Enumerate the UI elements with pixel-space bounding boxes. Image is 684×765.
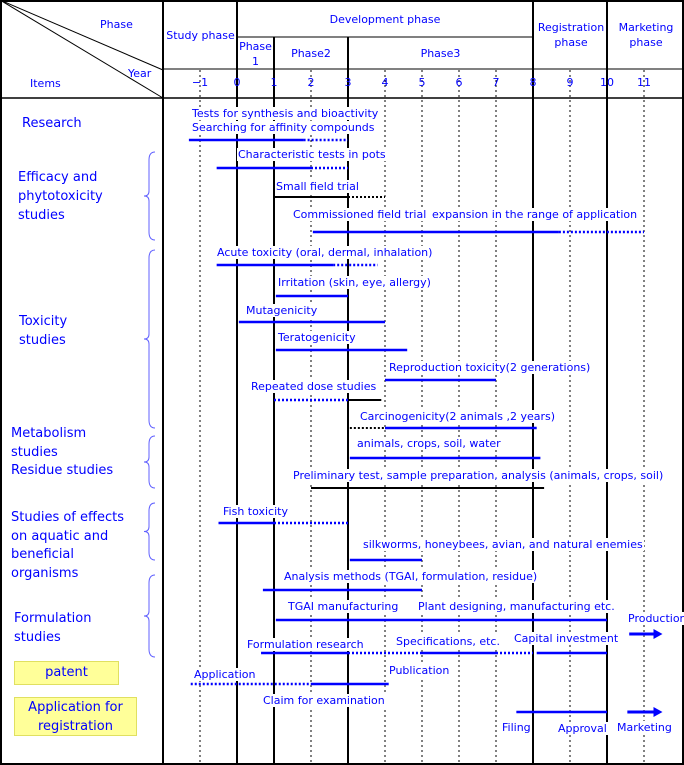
label-approval: Approval xyxy=(557,722,608,735)
phase-axis-label: Phase xyxy=(100,18,133,31)
brace-0 xyxy=(143,151,156,241)
label-claim: Claim for examination xyxy=(262,694,386,707)
year-tick-10: 10 xyxy=(600,76,614,89)
label-tgai: TGAI manufacturing xyxy=(287,600,400,613)
label-plant: Plant designing, manufacturing etc. xyxy=(417,600,616,613)
label-preliminary: Preliminary test, sample preparation, an… xyxy=(292,469,665,482)
development-phase-header: Development phase xyxy=(329,13,441,26)
item-research: Research xyxy=(22,116,82,131)
item-formulation: Formulation studies xyxy=(14,611,92,643)
label-small-field: Small field trial xyxy=(275,180,360,193)
label-repeated: Repeated dose studies xyxy=(250,380,378,393)
label-expansion: expansion in the range of application xyxy=(431,208,639,221)
label-publication: Publication xyxy=(388,664,451,677)
label-capital: Capital investment xyxy=(513,632,620,645)
item-registration: Application for registration xyxy=(14,697,137,736)
label-filing: Filing xyxy=(501,721,532,734)
item-residue: Residue studies xyxy=(11,463,114,478)
label-production: Production xyxy=(627,612,684,625)
label-mutagenicity: Mutagenicity xyxy=(245,304,319,317)
year-tick-6: 6 xyxy=(455,76,463,89)
label-research2: Searching for affinity compounds xyxy=(191,121,376,134)
item-aquatic: Studies of effects on aquatic and benefi… xyxy=(11,510,124,581)
item-toxicity: Toxicity studies xyxy=(19,314,68,348)
arrow-head-marketing xyxy=(653,707,663,717)
label-teratogenicity: Teratogenicity xyxy=(277,331,357,344)
label-carcinogenicity: Carcinogenicity(2 animals ,2 years) xyxy=(359,410,557,423)
label-commissioned: Commissioned field trial xyxy=(292,208,428,221)
year-tick-2: 2 xyxy=(307,76,315,89)
phase1-header: Phase 1 xyxy=(239,40,272,68)
label-silkworms: silkworms, honeybees, avian, and natural… xyxy=(362,538,644,551)
label-metab: animals, crops, soil, water xyxy=(356,437,502,450)
year-tick-0: 0 xyxy=(233,76,241,89)
year-tick-1: 1 xyxy=(270,76,278,89)
item-efficacy: Efficacy and phytotoxicity studies xyxy=(18,170,103,223)
registration-phase-header: Registration phase xyxy=(537,21,605,49)
marketing-phase-header: Marketing phase xyxy=(618,21,674,49)
year-tick-8: 8 xyxy=(529,76,537,89)
label-fish: Fish toxicity xyxy=(222,505,289,518)
year-tick-9: 9 xyxy=(566,76,574,89)
label-irritation: Irritation (skin, eye, allergy) xyxy=(277,276,432,289)
phase2-header: Phase2 xyxy=(291,47,331,60)
arrow-head-production xyxy=(653,629,663,639)
brace-2 xyxy=(143,435,156,489)
label-application: Application xyxy=(193,668,257,681)
label-pots: Characteristic tests in pots xyxy=(237,148,387,161)
header-diagonal-1 xyxy=(0,0,164,71)
study-phase-header: Study phase xyxy=(166,29,235,42)
year-tick--1: −1 xyxy=(191,76,209,89)
header-diagonal-2 xyxy=(0,0,164,99)
year-tick-7: 7 xyxy=(492,76,500,89)
label-reproduction: Reproduction toxicity(2 generations) xyxy=(388,361,592,374)
label-acute: Acute toxicity (oral, dermal, inhalation… xyxy=(216,246,434,259)
brace-3 xyxy=(143,502,156,561)
label-specifications: Specifications, etc. xyxy=(395,635,501,648)
label-marketing: Marketing xyxy=(616,721,673,734)
brace-1 xyxy=(143,249,156,429)
label-research1: Tests for synthesis and bioactivity xyxy=(191,107,380,120)
items-axis-label: Items xyxy=(30,77,61,90)
year-axis-label: Year xyxy=(128,67,152,80)
year-tick-4: 4 xyxy=(381,76,389,89)
year-tick-3: 3 xyxy=(344,76,352,89)
label-formulation-research: Formulation research xyxy=(246,638,365,651)
year-tick-5: 5 xyxy=(418,76,426,89)
brace-4 xyxy=(143,574,156,658)
item-patent: patent xyxy=(14,661,119,685)
phase3-header: Phase3 xyxy=(420,47,461,60)
item-metabolism: Metabolism studies xyxy=(11,426,87,460)
year-tick-11: 11 xyxy=(637,76,651,89)
label-analysis: Analysis methods (TGAI, formulation, res… xyxy=(283,570,539,583)
